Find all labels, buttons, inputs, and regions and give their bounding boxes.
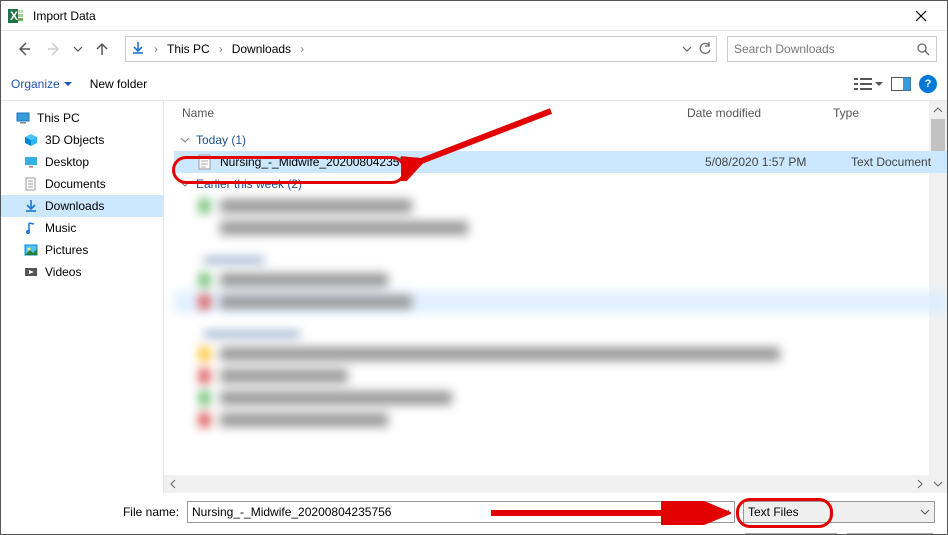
- file-name-label: File name:: [1, 505, 179, 519]
- chevron-down-icon: [180, 179, 190, 189]
- text-document-icon: [198, 154, 214, 170]
- close-button[interactable]: [901, 1, 941, 31]
- pictures-icon: [23, 242, 39, 258]
- back-button[interactable]: [11, 36, 37, 62]
- organize-menu[interactable]: Organize: [11, 77, 72, 91]
- forward-button[interactable]: [41, 36, 67, 62]
- view-options-button[interactable]: [854, 77, 883, 91]
- breadcrumb-downloads[interactable]: Downloads: [229, 40, 294, 58]
- file-name-input[interactable]: Nursing_-_Midwife_20200804235756: [187, 501, 735, 523]
- address-dropdown-icon[interactable]: [682, 44, 692, 54]
- dialog-footer: File name: Nursing_-_Midwife_20200804235…: [1, 493, 947, 535]
- up-button[interactable]: [89, 36, 115, 62]
- scroll-left-icon[interactable]: [164, 475, 182, 493]
- address-bar[interactable]: › This PC › Downloads ›: [125, 36, 717, 62]
- music-icon: [23, 220, 39, 236]
- documents-icon: [23, 176, 39, 192]
- refresh-button[interactable]: [698, 42, 712, 56]
- file-type: Text Document: [851, 155, 947, 169]
- column-date[interactable]: Date modified: [687, 106, 833, 120]
- redacted-content: XXXXXXXXXXXXXXXXXXXXXXXX XXXXXXXXXXXXXXX…: [174, 195, 947, 431]
- window-title: Import Data: [33, 9, 901, 23]
- file-name: Nursing_-_Midwife_20200804235756: [220, 155, 419, 169]
- scroll-down-icon[interactable]: [929, 475, 947, 493]
- scroll-right-icon[interactable]: [911, 475, 929, 493]
- search-input[interactable]: Search Downloads: [727, 36, 937, 62]
- search-icon: [916, 42, 930, 56]
- titlebar: X Import Data: [1, 1, 947, 31]
- nav-3d-objects[interactable]: 3D Objects: [1, 129, 163, 151]
- svg-text:X: X: [10, 9, 18, 23]
- file-row-selected[interactable]: Nursing_-_Midwife_20200804235756 5/08/20…: [174, 151, 947, 173]
- file-date: 5/08/2020 1:57 PM: [705, 155, 851, 169]
- navigation-row: › This PC › Downloads › Search Downloads: [1, 31, 947, 67]
- help-button[interactable]: ?: [919, 75, 937, 93]
- breadcrumb-sep-icon: ›: [300, 42, 304, 56]
- pc-icon: [15, 110, 31, 126]
- column-name[interactable]: Name: [182, 106, 687, 120]
- dropdown-icon[interactable]: [720, 507, 730, 517]
- breadcrumb-sep-icon: ›: [154, 42, 158, 56]
- cube-icon: [23, 132, 39, 148]
- group-earlier-this-week[interactable]: Earlier this week (2): [174, 173, 947, 195]
- nav-this-pc[interactable]: This PC: [1, 107, 163, 129]
- import-data-dialog: X Import Data › This PC › Downloads ›: [0, 0, 948, 535]
- chevron-down-icon: [180, 135, 190, 145]
- downloads-icon: [23, 198, 39, 214]
- file-list: Name Date modified Type Today (1): [164, 101, 947, 493]
- nav-music[interactable]: Music: [1, 217, 163, 239]
- nav-downloads[interactable]: Downloads: [1, 195, 163, 217]
- file-type-filter[interactable]: Text Files: [743, 501, 935, 523]
- recent-locations-dropdown[interactable]: [71, 44, 85, 54]
- breadcrumb-sep-icon: ›: [219, 42, 223, 56]
- nav-documents[interactable]: Documents: [1, 173, 163, 195]
- breadcrumb-this-pc[interactable]: This PC: [164, 40, 213, 58]
- nav-pictures[interactable]: Pictures: [1, 239, 163, 261]
- search-placeholder: Search Downloads: [734, 42, 835, 56]
- scroll-up-icon[interactable]: [929, 101, 947, 119]
- body: This PC 3D Objects Desktop Documents Dow…: [1, 101, 947, 493]
- excel-icon: X: [7, 7, 25, 25]
- preview-pane-button[interactable]: [891, 77, 911, 91]
- dropdown-icon[interactable]: [920, 507, 930, 517]
- nav-videos[interactable]: Videos: [1, 261, 163, 283]
- nav-desktop[interactable]: Desktop: [1, 151, 163, 173]
- new-folder-button[interactable]: New folder: [90, 77, 147, 91]
- horizontal-scrollbar[interactable]: [164, 475, 929, 493]
- desktop-icon: [23, 154, 39, 170]
- videos-icon: [23, 264, 39, 280]
- column-headers: Name Date modified Type: [164, 101, 947, 125]
- navigation-pane: This PC 3D Objects Desktop Documents Dow…: [1, 101, 164, 493]
- column-type[interactable]: Type: [833, 106, 929, 120]
- downloads-location-icon: [130, 40, 148, 58]
- toolbar: Organize New folder ?: [1, 67, 947, 101]
- group-today[interactable]: Today (1): [174, 129, 947, 151]
